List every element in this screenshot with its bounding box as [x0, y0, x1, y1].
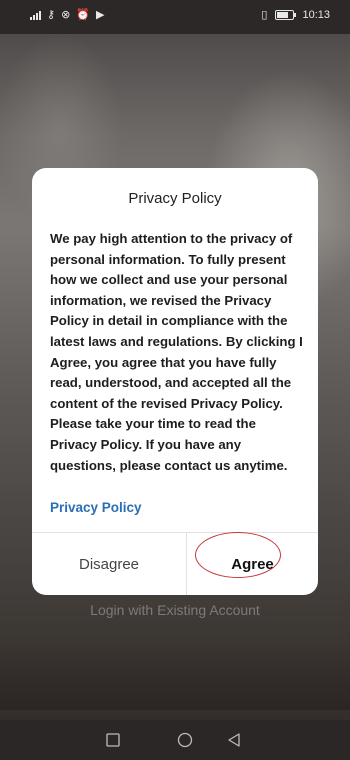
dialog-body-text: We pay high attention to the privacy of …: [50, 231, 303, 473]
signal-icon: [30, 10, 41, 20]
recent-apps-icon: [106, 733, 120, 747]
status-left-icons: ⚷ ⊗ ⏰ ▶: [30, 8, 104, 22]
vibrate-icon: ▯: [261, 9, 268, 21]
recent-apps-button[interactable]: [83, 720, 143, 760]
status-bar: ⚷ ⊗ ⏰ ▶ ▯ 10:13: [0, 0, 350, 34]
battery-icon: [275, 10, 297, 20]
alarm-icon: ⏰: [76, 9, 90, 21]
key-icon: ⚷: [47, 9, 56, 21]
dialog-title: Privacy Policy: [128, 190, 222, 207]
disagree-button[interactable]: Disagree: [32, 533, 186, 595]
background-shade: [0, 640, 350, 710]
navigation-bar: [0, 720, 350, 760]
back-icon: [228, 733, 240, 747]
privacy-policy-dialog: Privacy Policy We pay high attention to …: [32, 168, 318, 595]
privacy-policy-link[interactable]: Privacy Policy: [50, 500, 142, 515]
cast-icon: ▶: [95, 9, 105, 21]
home-icon: [177, 732, 193, 748]
agree-button[interactable]: Agree: [187, 533, 318, 595]
back-button[interactable]: [204, 720, 264, 760]
alarm-off-icon: ⊗: [61, 9, 71, 21]
status-time: 10:13: [302, 9, 330, 21]
login-existing-account-link[interactable]: Login with Existing Account: [0, 602, 350, 618]
status-right-icons: ▯ 10:13: [261, 8, 330, 22]
battery-level: [277, 12, 288, 18]
